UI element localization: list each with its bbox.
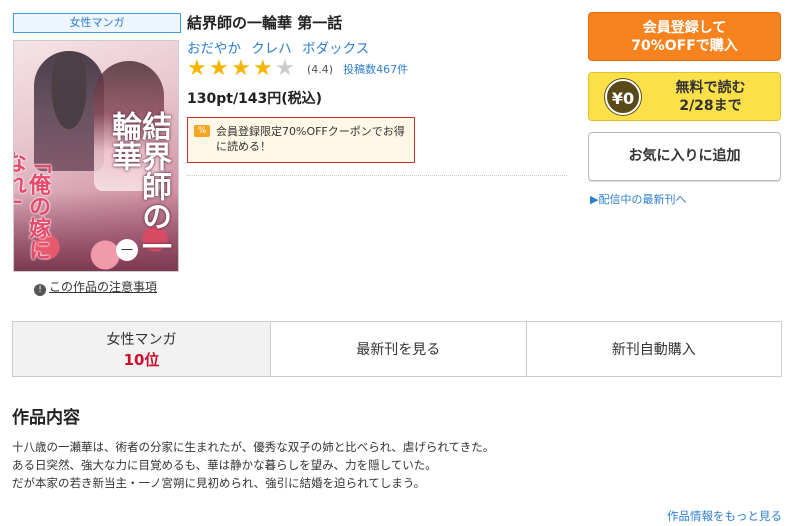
coupon-banner[interactable]: % 会員登録限定70%OFFクーポンでお得に読める！ [187, 117, 415, 163]
review-count-link[interactable]: 投稿数467件 [343, 61, 408, 77]
info-icon: ! [34, 284, 46, 296]
description-line: ある日突然、強大な力に目覚めるも、華は静かな暮らしを望み、力を隠していた。 [12, 458, 437, 472]
author-link[interactable]: ボダックス [302, 41, 369, 57]
divider [187, 175, 567, 176]
author-link[interactable]: クレハ [251, 41, 292, 57]
yen-zero-icon: ¥0 [605, 78, 641, 115]
buy-button-line1: 会員登録して [642, 20, 727, 36]
add-favorite-button[interactable]: お気に入りに追加 [588, 132, 781, 181]
auto-buy-tab[interactable]: 新刊自動購入 [526, 322, 781, 376]
cover-image[interactable]: 「俺の嫁になれ」 結界師の一輪華 一 [13, 40, 179, 272]
rating-value: (4.4) [307, 62, 334, 76]
notice-link-label: この作品の注意事項 [49, 280, 158, 294]
notice-link[interactable]: ! この作品の注意事項 [34, 278, 157, 296]
action-tabs: 女性マンガ 10位 最新刊を見る 新刊自動購入 [12, 321, 782, 377]
buy-with-signup-button[interactable]: 会員登録して 70%OFFで購入 [588, 12, 781, 61]
description-text: 十八歳の一瀬華は、術者の分家に生まれたが、優秀な双子の姉と比べられ、虐げられてき… [12, 438, 782, 492]
read-free-button[interactable]: ¥0 無料で読む 2/28まで [588, 72, 781, 121]
latest-volume-link[interactable]: ▶配信中の最新刊へ [590, 191, 686, 207]
genre-tag[interactable]: 女性マンガ [13, 13, 181, 33]
read-free-line1: 無料で読む [675, 79, 746, 96]
more-info-link[interactable]: 作品情報をもっと見る [667, 508, 782, 524]
rating-row: ★ ★ ★ ★ ★ (4.4) 投稿数467件 [187, 58, 408, 80]
author-link[interactable]: おだやか [187, 41, 241, 57]
rating-stars: ★ ★ ★ ★ ★ [187, 58, 297, 80]
ticket-icon: % [194, 125, 210, 137]
description-heading: 作品内容 [12, 408, 80, 428]
price: 130pt/143円(税込) [187, 91, 323, 107]
view-latest-tab[interactable]: 最新刊を見る [271, 322, 527, 376]
read-free-label: 無料で読む 2/28まで [641, 79, 780, 115]
star-filled-icon: ★ [253, 56, 273, 81]
buy-button-line2: 70%OFFで購入 [631, 38, 738, 54]
star-filled-icon: ★ [231, 56, 251, 81]
star-empty-icon: ★ [275, 56, 295, 81]
auto-buy-label: 新刊自動購入 [611, 342, 696, 358]
coupon-text: 会員登録限定70%OFFクーポンでお得に読める！ [216, 125, 405, 153]
star-filled-icon: ★ [187, 56, 207, 81]
genre-ranking-tab[interactable]: 女性マンガ 10位 [13, 322, 271, 376]
star-filled-icon: ★ [209, 56, 229, 81]
read-free-line2: 2/28まで [679, 97, 742, 114]
cover-subtitle: 「俺の嫁になれ」 [13, 151, 51, 261]
book-title: 結界師の一輪華 第一話 [187, 14, 343, 32]
ranking-genre-label: 女性マンガ [106, 331, 177, 348]
view-latest-label: 最新刊を見る [356, 342, 441, 358]
author-list: おだやか クレハ ボダックス [187, 37, 375, 57]
description-line: 十八歳の一瀬華は、術者の分家に生まれたが、優秀な双子の姉と比べられ、虐げられてき… [12, 440, 495, 454]
description-line: だが本家の若き新当主・一ノ宮朔に見初められ、強引に結婚を迫られてしまう。 [12, 476, 426, 490]
ranking-position: 10位 [123, 350, 160, 369]
cover-volume-badge: 一 [116, 239, 138, 261]
